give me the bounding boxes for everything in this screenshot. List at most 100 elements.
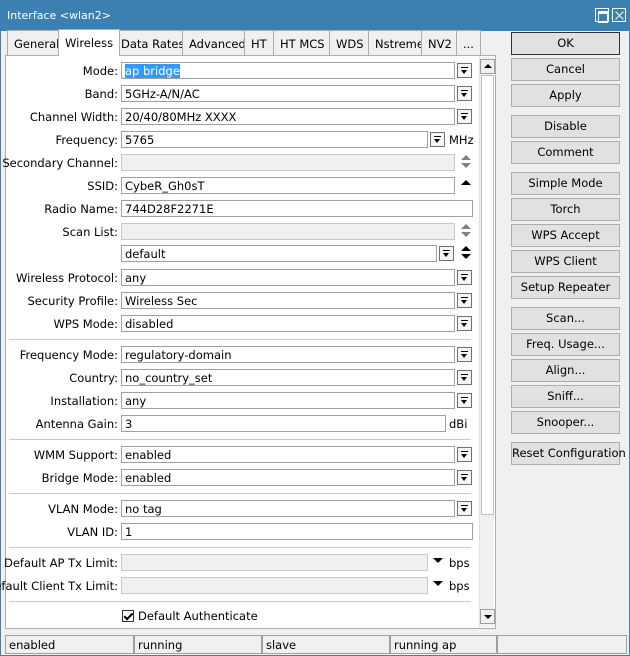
- country-select[interactable]: no_country_set: [121, 369, 455, 386]
- status-extra: [497, 635, 627, 654]
- scan-list-value-select[interactable]: default: [121, 245, 437, 262]
- separator: [9, 547, 471, 548]
- mode-select[interactable]: ap bridge: [121, 62, 455, 79]
- antenna-gain-input[interactable]: 3: [121, 415, 446, 432]
- wireless-protocol-select[interactable]: any: [121, 269, 455, 286]
- freq-usage-button[interactable]: Freq. Usage...: [511, 333, 620, 356]
- interface-window: Interface <wlan2> General Wireless Data …: [0, 0, 630, 656]
- tab-data-rates[interactable]: Data Rates: [114, 30, 192, 55]
- status-running-ap: running ap: [390, 635, 497, 654]
- country-label: Country:: [69, 371, 118, 385]
- frequency-dropdown-icon[interactable]: [430, 132, 445, 147]
- tab-more[interactable]: ...: [456, 30, 481, 55]
- tab-nv2[interactable]: NV2: [421, 30, 459, 55]
- scan-list-dropdown-icon[interactable]: [439, 246, 454, 261]
- scroll-thumb[interactable]: [481, 75, 494, 515]
- bridge-mode-dropdown-icon[interactable]: [457, 470, 472, 485]
- wmm-support-dropdown-icon[interactable]: [457, 447, 472, 462]
- ssid-collapse-icon[interactable]: [460, 177, 472, 189]
- wireless-protocol-dropdown-icon[interactable]: [457, 270, 472, 285]
- frequency-mode-select[interactable]: regulatory-domain: [121, 346, 455, 363]
- scan-button[interactable]: Scan...: [511, 307, 620, 330]
- torch-button[interactable]: Torch: [511, 198, 620, 221]
- vlan-id-label: VLAN ID:: [67, 525, 118, 539]
- installation-dropdown-icon[interactable]: [457, 393, 472, 408]
- wps-client-button[interactable]: WPS Client: [511, 250, 620, 273]
- radio-name-input[interactable]: 744D28F2271E: [121, 200, 473, 217]
- wps-mode-dropdown-icon[interactable]: [457, 316, 472, 331]
- separator: [9, 339, 471, 340]
- installation-select[interactable]: any: [121, 392, 455, 409]
- country-dropdown-icon[interactable]: [457, 370, 472, 385]
- band-label: Band:: [84, 87, 118, 101]
- security-profile-dropdown-icon[interactable]: [457, 293, 472, 308]
- status-slave: slave: [262, 635, 390, 654]
- scroll-up-icon[interactable]: [480, 59, 495, 74]
- title-bar[interactable]: Interface <wlan2>: [1, 1, 629, 31]
- snooper-button[interactable]: Snooper...: [511, 411, 620, 434]
- wmm-support-select[interactable]: enabled: [121, 446, 455, 463]
- apply-button[interactable]: Apply: [511, 84, 620, 107]
- scroll-down-icon[interactable]: [480, 609, 495, 624]
- bridge-mode-label: Bridge Mode:: [41, 471, 118, 485]
- form-scrollbar[interactable]: [479, 57, 495, 627]
- wmm-support-label: WMM Support:: [33, 448, 118, 462]
- sniff-button[interactable]: Sniff...: [511, 385, 620, 408]
- secondary-channel-updown-icon: [460, 154, 472, 170]
- band-select[interactable]: 5GHz-A/N/AC: [121, 85, 455, 102]
- window-title: Interface <wlan2>: [7, 9, 111, 22]
- vlan-id-input[interactable]: 1: [121, 523, 473, 540]
- scan-list-add-remove-icon[interactable]: [460, 245, 472, 261]
- simple-mode-button[interactable]: Simple Mode: [511, 172, 620, 195]
- default-client-tx-limit-input[interactable]: [121, 577, 428, 594]
- tab-wds[interactable]: WDS: [329, 30, 371, 55]
- ssid-input[interactable]: CybeR_Gh0sT: [121, 177, 455, 194]
- default-client-tx-limit-expand-icon[interactable]: [432, 578, 444, 590]
- cancel-button[interactable]: Cancel: [511, 58, 620, 81]
- tab-ht[interactable]: HT: [244, 30, 274, 55]
- reset-configuration-button[interactable]: Reset Configuration: [511, 442, 626, 465]
- band-dropdown-icon[interactable]: [457, 86, 472, 101]
- tab-ht-mcs[interactable]: HT MCS: [273, 30, 332, 55]
- default-client-tx-limit-unit: bps: [449, 579, 470, 593]
- security-profile-select[interactable]: Wireless Sec: [121, 292, 455, 309]
- separator: [9, 493, 471, 494]
- mode-dropdown-icon[interactable]: [457, 63, 472, 78]
- mode-label: Mode:: [82, 64, 118, 78]
- vlan-mode-dropdown-icon[interactable]: [457, 501, 472, 516]
- wps-accept-button[interactable]: WPS Accept: [511, 224, 620, 247]
- default-client-tx-limit-label: Default Client Tx Limit:: [0, 579, 118, 593]
- disable-button[interactable]: Disable: [511, 115, 620, 138]
- separator: [9, 439, 471, 440]
- close-icon[interactable]: [612, 8, 626, 22]
- installation-label: Installation:: [50, 394, 118, 408]
- setup-repeater-button[interactable]: Setup Repeater: [511, 276, 620, 299]
- vlan-mode-select[interactable]: no tag: [121, 500, 455, 517]
- radio-name-label: Radio Name:: [44, 202, 118, 216]
- frequency-mode-label: Frequency Mode:: [19, 348, 118, 362]
- frequency-label: Frequency:: [55, 133, 118, 147]
- scan-list-label: Scan List:: [62, 225, 118, 239]
- comment-button[interactable]: Comment: [511, 141, 620, 164]
- channel-width-dropdown-icon[interactable]: [457, 109, 472, 124]
- channel-width-select[interactable]: 20/40/80MHz XXXX: [121, 108, 455, 125]
- restore-icon[interactable]: [595, 8, 609, 23]
- ok-button[interactable]: OK: [511, 32, 620, 55]
- scan-list-field: [121, 223, 455, 240]
- default-ap-tx-limit-label: Default AP Tx Limit:: [3, 556, 118, 570]
- default-ap-tx-limit-input[interactable]: [121, 554, 428, 571]
- align-button[interactable]: Align...: [511, 359, 620, 382]
- separator: [9, 601, 471, 602]
- default-ap-tx-limit-expand-icon[interactable]: [432, 555, 444, 567]
- tab-advanced[interactable]: Advanced: [182, 30, 253, 55]
- channel-width-label: Channel Width:: [29, 110, 118, 124]
- vlan-mode-label: VLAN Mode:: [48, 502, 118, 516]
- scan-list-updown-icon: [460, 223, 472, 239]
- frequency-select[interactable]: 5765: [121, 131, 428, 148]
- frequency-mode-dropdown-icon[interactable]: [457, 347, 472, 362]
- default-ap-tx-limit-unit: bps: [449, 556, 470, 570]
- wps-mode-select[interactable]: disabled: [121, 315, 455, 332]
- bridge-mode-select[interactable]: enabled: [121, 469, 455, 486]
- tab-wireless[interactable]: Wireless: [58, 29, 121, 56]
- default-authenticate-checkbox[interactable]: [122, 610, 134, 622]
